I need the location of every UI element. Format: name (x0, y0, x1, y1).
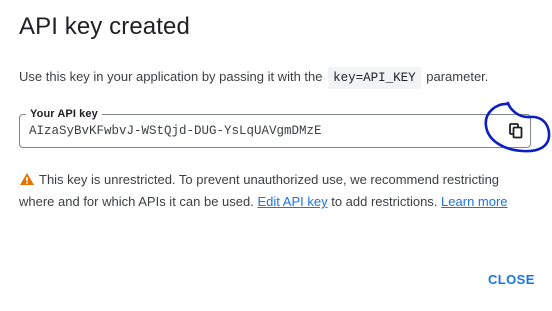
api-key-value[interactable]: AIzaSyBvKFwbvJ-WStQjd-DUG-YsLqUAVgmDMzE (29, 123, 322, 139)
learn-more-link[interactable]: Learn more (441, 194, 507, 209)
copy-icon (509, 123, 523, 139)
api-key-field-label: Your API key (26, 107, 102, 121)
copy-button[interactable] (500, 115, 532, 147)
dialog-title: API key created (19, 13, 190, 40)
warning-text-2: to add restrictions. (331, 194, 438, 209)
description-prefix: Use this key in your application by pass… (19, 69, 323, 84)
close-button[interactable]: CLOSE (477, 266, 546, 294)
description-code: key=API_KEY (328, 67, 421, 89)
api-key-field: Your API key AIzaSyBvKFwbvJ-WStQjd-DUG-Y… (19, 107, 532, 148)
edit-api-key-link[interactable]: Edit API key (257, 194, 327, 209)
description-suffix: parameter. (426, 69, 489, 84)
api-key-dialog: API key created Use this key in your app… (0, 0, 552, 311)
warning-icon (19, 172, 35, 192)
unrestricted-warning: This key is unrestricted. To prevent una… (19, 170, 519, 212)
dialog-description: Use this key in your application by pass… (19, 66, 488, 89)
